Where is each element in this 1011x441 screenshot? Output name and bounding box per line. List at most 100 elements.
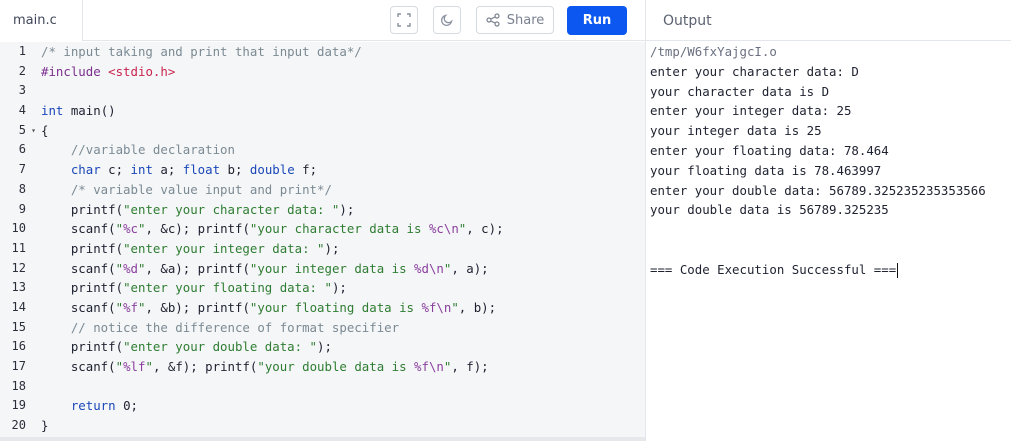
code-token: );: [339, 201, 355, 217]
code-line[interactable]: scanf("%d", &a); printf("your integer da…: [41, 259, 641, 279]
code-token: return: [70, 398, 116, 414]
fullscreen-button[interactable]: [390, 6, 418, 34]
code-token: );: [331, 280, 347, 296]
code-token: scanf(: [41, 359, 116, 374]
code-area[interactable]: /* input taking and print that input dat…: [41, 42, 641, 436]
code-token: , b);: [458, 299, 497, 315]
code-token: %lf: [123, 359, 146, 374]
output-line: === Code Execution Successful ===: [650, 261, 899, 278]
code-token: char: [70, 162, 101, 178]
code-token: "your double data is: [257, 359, 415, 374]
line-number: 9: [18, 201, 26, 216]
share-button[interactable]: Share: [476, 6, 554, 34]
code-token: %d\n: [414, 260, 444, 276]
code-token: float: [182, 162, 221, 178]
code-token: /* variable value input and print*/: [41, 181, 332, 197]
code-line[interactable]: printf("enter your integer data: ");: [41, 239, 641, 259]
line-number: 5 ▾: [0, 121, 36, 141]
code-token: 0;: [115, 398, 138, 414]
code-token: }: [41, 418, 49, 434]
pane-divider[interactable]: [645, 0, 646, 441]
code-token: //variable declaration: [41, 142, 235, 158]
line-number: 12: [11, 260, 26, 275]
file-tab-label: main.c: [13, 13, 57, 28]
file-tab-main-c[interactable]: main.c: [0, 0, 83, 42]
code-token: , &a); printf(: [145, 260, 250, 276]
code-line[interactable]: // notice the difference of format speci…: [41, 318, 641, 338]
code-line[interactable]: printf("enter your double data: ");: [41, 337, 641, 357]
code-line[interactable]: [41, 377, 641, 397]
code-token: ": [115, 221, 124, 237]
code-token: , &b); printf(: [145, 299, 250, 315]
code-line[interactable]: #include <stdio.h>: [41, 62, 641, 82]
code-token: "enter your double data: ": [123, 339, 318, 355]
code-token: "enter your floating data: ": [123, 280, 332, 296]
line-number-gutter: 1 2 3 4 5 ▾ 6 7 8 9 10 11 12 13 14 15 16 17 18 19 20: [0, 42, 36, 441]
horizontal-scrollbar[interactable]: [0, 437, 645, 441]
code-token: %d: [123, 260, 138, 276]
code-token: scanf(: [41, 260, 116, 276]
line-number: 18: [11, 378, 26, 393]
code-token: main(): [63, 103, 116, 119]
code-line[interactable]: /* variable value input and print*/: [41, 180, 641, 200]
line-number: 16: [11, 339, 26, 354]
code-line[interactable]: printf("enter your character data: ");: [41, 200, 641, 220]
code-line[interactable]: /* input taking and print that input dat…: [41, 42, 641, 62]
code-token: %c: [123, 221, 138, 237]
line-number: 1: [18, 44, 26, 58]
output-line: your integer data is 25: [650, 123, 822, 139]
line-number: 7: [18, 162, 26, 177]
code-editor[interactable]: 1 2 3 4 5 ▾ 6 7 8 9 10 11 12 13 14 15 16 17 18 19 20 /* inpu…: [0, 42, 645, 441]
text-caret: [897, 262, 899, 278]
code-line[interactable]: {: [41, 121, 641, 141]
code-line[interactable]: return 0;: [41, 396, 641, 416]
theme-toggle-button[interactable]: [433, 6, 461, 34]
code-token: , a);: [451, 260, 489, 276]
code-token: "enter your integer data: ": [123, 240, 325, 256]
code-token: "your character data is: [249, 221, 429, 237]
code-token: , f);: [451, 359, 489, 374]
code-token: );: [324, 240, 340, 256]
moon-icon: [440, 14, 453, 27]
code-token: a;: [152, 162, 183, 178]
line-number: 14: [11, 299, 26, 314]
output-line: your floating data is 78.463997: [650, 162, 882, 178]
code-token: , &f); printf(: [152, 359, 258, 374]
line-number: 2: [18, 63, 26, 78]
code-token: "your integer data is: [249, 260, 415, 276]
code-token: %f\n: [414, 359, 444, 374]
code-token: f;: [294, 162, 318, 178]
code-token: ": [451, 299, 459, 315]
output-panel: /tmp/W6fxYajgcI.o enter your character d…: [650, 42, 1011, 441]
output-line: enter your character data: D: [650, 63, 859, 79]
code-line[interactable]: int main(): [41, 101, 641, 121]
run-button[interactable]: Run: [567, 6, 627, 35]
code-token: <stdio.h>: [108, 63, 176, 79]
line-number: 8: [18, 181, 26, 196]
code-line[interactable]: char c; int a; float b; double f;: [41, 160, 641, 180]
line-number: 3: [18, 83, 26, 98]
line-number: 17: [11, 359, 26, 373]
code-token: printf(: [41, 240, 124, 256]
code-token: // notice the difference of format speci…: [41, 319, 400, 335]
output-line: enter your double data: 56789.3252352353…: [650, 182, 986, 198]
fold-toggle-icon[interactable]: ▾: [31, 121, 36, 141]
code-line[interactable]: printf("enter your floating data: ");: [41, 278, 641, 298]
line-number: 10: [11, 221, 26, 236]
code-line[interactable]: }: [41, 416, 641, 436]
line-number: 13: [11, 280, 26, 295]
line-number: 6: [18, 142, 26, 157]
code-token: ": [115, 260, 124, 276]
code-line[interactable]: scanf("%lf", &f); printf("your double da…: [41, 357, 641, 377]
code-line[interactable]: scanf("%f", &b); printf("your floating d…: [41, 298, 641, 318]
share-label: Share: [506, 12, 545, 28]
code-token: printf(: [41, 280, 124, 296]
code-line[interactable]: //variable declaration: [41, 140, 641, 160]
code-token: printf(: [41, 201, 124, 217]
code-line[interactable]: scanf("%c", &c); printf("your character …: [41, 219, 641, 239]
code-line[interactable]: [41, 81, 641, 101]
